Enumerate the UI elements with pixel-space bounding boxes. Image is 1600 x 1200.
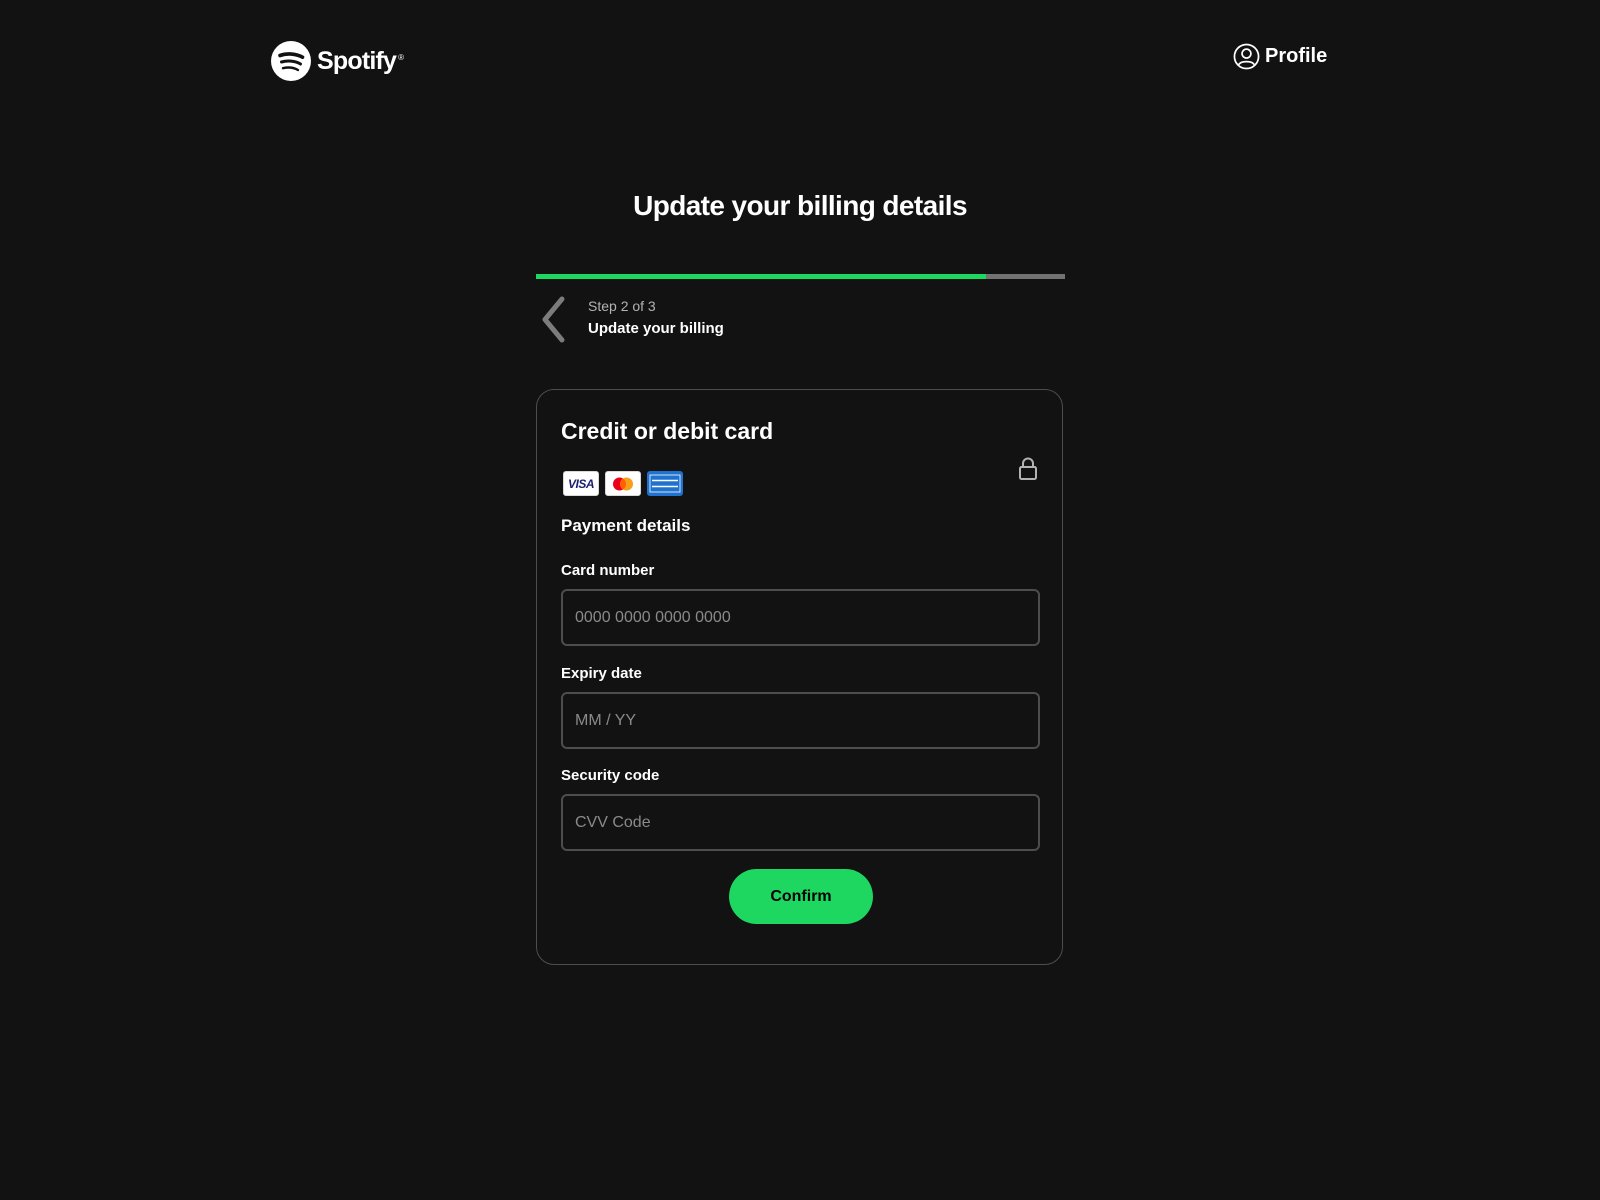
- card-number-input[interactable]: [561, 589, 1040, 646]
- security-code-input[interactable]: [561, 794, 1040, 851]
- confirm-button[interactable]: Confirm: [729, 869, 873, 924]
- top-header: Spotify ® Profile: [0, 0, 1600, 120]
- american-express-icon: [647, 471, 683, 496]
- mastercard-icon: [605, 471, 641, 496]
- page-title: Update your billing details: [633, 190, 967, 221]
- back-button[interactable]: [536, 294, 576, 350]
- spotify-logo[interactable]: Spotify ®: [271, 41, 404, 81]
- profile-label: Profile: [1265, 45, 1328, 67]
- security-code-label: Security code: [561, 767, 660, 784]
- progress-bar-fill: [536, 274, 986, 279]
- profile-link[interactable]: Profile: [1233, 43, 1327, 70]
- card-brand-list: VISA: [563, 471, 683, 496]
- spotify-wordmark: Spotify: [317, 46, 397, 75]
- chevron-left-icon: [542, 296, 565, 343]
- payment-card-panel: Credit or debit card VISA Payment detail…: [536, 389, 1063, 965]
- expiry-date-label: Expiry date: [561, 665, 642, 682]
- step-title: Update your billing: [588, 320, 724, 337]
- step-indicator: Step 2 of 3 Update your billing: [536, 294, 1065, 350]
- payment-details-heading: Payment details: [561, 516, 691, 535]
- user-circle-icon: [1233, 43, 1260, 70]
- visa-label: VISA: [567, 476, 595, 491]
- card-number-label: Card number: [561, 562, 655, 579]
- expiry-date-input[interactable]: [561, 692, 1040, 749]
- step-count: Step 2 of 3: [588, 298, 656, 314]
- registered-mark: ®: [398, 52, 405, 62]
- card-title: Credit or debit card: [561, 418, 774, 444]
- visa-icon: VISA: [563, 471, 599, 496]
- spotify-logo-icon: [271, 41, 311, 81]
- lock-icon: [1019, 457, 1037, 480]
- progress-bar: [536, 274, 1065, 279]
